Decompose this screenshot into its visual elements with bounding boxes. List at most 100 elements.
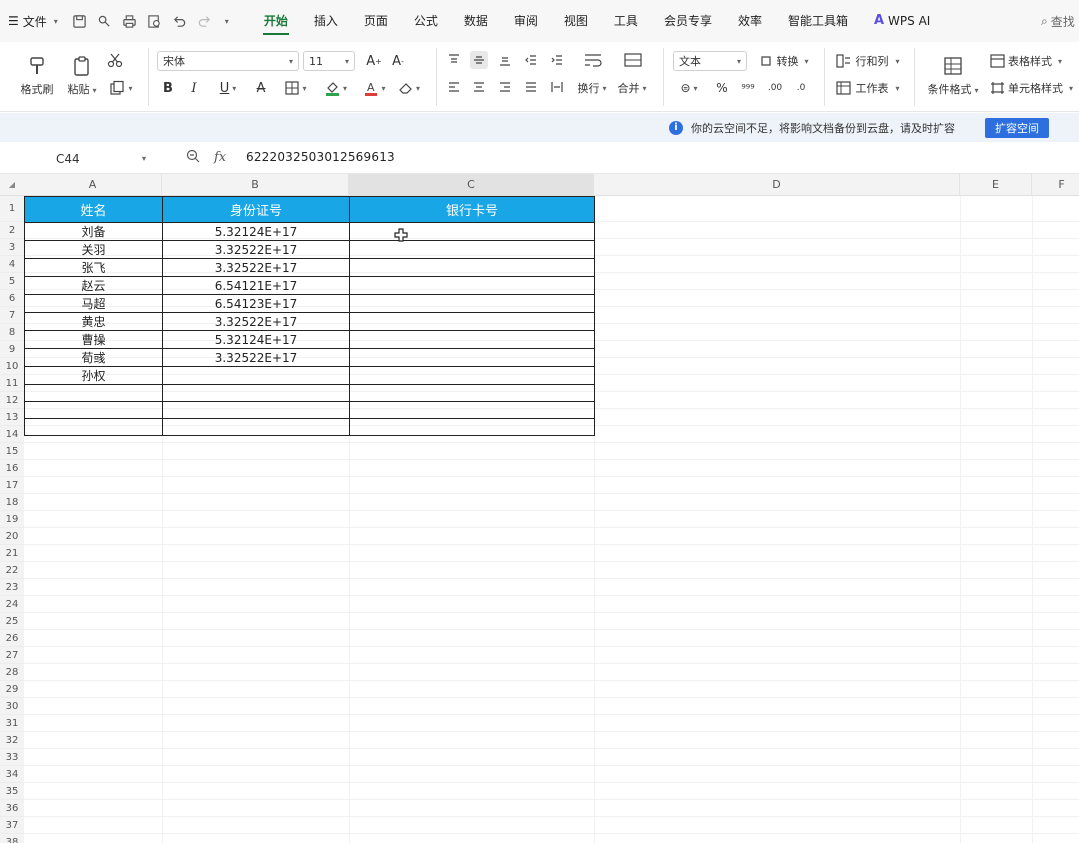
align-top-icon[interactable] xyxy=(445,51,463,69)
underline-button[interactable]: U ▾ xyxy=(210,78,246,98)
row-header[interactable]: 31 xyxy=(0,715,24,732)
row-header[interactable]: 7 xyxy=(0,307,24,324)
row-header[interactable]: 2 xyxy=(0,222,24,239)
id-cell[interactable] xyxy=(162,366,350,385)
card-cell[interactable] xyxy=(349,294,595,313)
redo-icon[interactable] xyxy=(197,14,212,29)
row-header[interactable]: 1 xyxy=(0,196,24,222)
row-header[interactable]: 25 xyxy=(0,613,24,630)
row-header[interactable]: 29 xyxy=(0,681,24,698)
distributed-icon[interactable] xyxy=(548,78,566,96)
row-header[interactable]: 18 xyxy=(0,494,24,511)
name-box[interactable]: C44 ▾ xyxy=(6,148,154,169)
cut-icon[interactable] xyxy=(104,50,126,70)
row-header[interactable]: 17 xyxy=(0,477,24,494)
worksheet-button[interactable]: 工作表 ▾ xyxy=(832,78,904,98)
id-cell[interactable] xyxy=(162,384,350,402)
file-menu[interactable]: ☰ 文件 ▾ xyxy=(0,0,66,42)
row-header[interactable]: 4 xyxy=(0,256,24,273)
tab-4[interactable]: 数据 xyxy=(451,0,501,42)
row-header[interactable]: 5 xyxy=(0,273,24,290)
increase-indent-icon[interactable] xyxy=(548,51,566,69)
more-chevron-icon[interactable]: ▾ xyxy=(225,17,229,26)
row-header[interactable]: 19 xyxy=(0,511,24,528)
card-cell[interactable] xyxy=(349,222,595,241)
card-cell[interactable] xyxy=(349,276,595,295)
header-id-cell[interactable]: 身份证号 xyxy=(162,196,350,223)
undo-icon[interactable] xyxy=(172,14,187,29)
row-header[interactable]: 30 xyxy=(0,698,24,715)
row-header[interactable]: 26 xyxy=(0,630,24,647)
row-header[interactable]: 16 xyxy=(0,460,24,477)
row-header[interactable]: 6 xyxy=(0,290,24,307)
row-header[interactable]: 27 xyxy=(0,647,24,664)
select-all-corner[interactable]: ◢ xyxy=(0,174,24,196)
row-header[interactable]: 12 xyxy=(0,392,24,409)
card-cell[interactable] xyxy=(349,401,595,419)
share-icon[interactable] xyxy=(97,14,112,29)
row-header[interactable]: 20 xyxy=(0,528,24,545)
borders-button[interactable]: ▾ xyxy=(278,78,314,98)
row-header[interactable]: 32 xyxy=(0,732,24,749)
font-color-button[interactable]: A ▾ xyxy=(358,78,392,98)
name-cell[interactable]: 荀彧 xyxy=(24,348,163,367)
row-header[interactable]: 10 xyxy=(0,358,24,375)
font-size-select[interactable]: 11 ▾ xyxy=(303,51,355,71)
percent-icon[interactable]: % xyxy=(712,78,732,98)
row-header[interactable]: 28 xyxy=(0,664,24,681)
align-right-icon[interactable] xyxy=(496,78,514,96)
wps-ai-tab[interactable]: A WPS AI xyxy=(861,0,943,42)
conditional-format-button[interactable]: 条件格式 ▾ xyxy=(922,48,984,104)
tab-6[interactable]: 视图 xyxy=(551,0,601,42)
tab-0[interactable]: 开始 xyxy=(251,0,301,42)
id-cell[interactable]: 3.32522E+17 xyxy=(162,312,350,331)
row-header[interactable]: 23 xyxy=(0,579,24,596)
format-painter-button[interactable]: 格式刷 xyxy=(12,48,62,104)
bold-button[interactable]: B xyxy=(158,78,178,98)
row-header[interactable]: 15 xyxy=(0,443,24,460)
align-left-icon[interactable] xyxy=(445,78,463,96)
print-icon[interactable] xyxy=(122,14,137,29)
id-cell[interactable]: 6.54121E+17 xyxy=(162,276,350,295)
row-header[interactable]: 34 xyxy=(0,766,24,783)
name-cell[interactable]: 刘备 xyxy=(24,222,163,241)
thousands-icon[interactable]: ⁹⁹⁹ xyxy=(738,78,758,98)
column-header-b[interactable]: B xyxy=(162,174,349,196)
name-cell[interactable]: 关羽 xyxy=(24,240,163,259)
name-cell[interactable] xyxy=(24,418,163,436)
tab-5[interactable]: 审阅 xyxy=(501,0,551,42)
zoom-icon[interactable] xyxy=(186,149,200,166)
italic-button[interactable]: I xyxy=(184,78,204,98)
cell-style-button[interactable]: 单元格样式 ▾ xyxy=(990,78,1079,98)
id-cell[interactable]: 5.32124E+17 xyxy=(162,330,350,349)
tab-7[interactable]: 工具 xyxy=(601,0,651,42)
card-cell[interactable] xyxy=(349,240,595,259)
id-cell[interactable]: 3.32522E+17 xyxy=(162,348,350,367)
id-cell[interactable]: 6.54123E+17 xyxy=(162,294,350,313)
name-cell[interactable]: 黄忠 xyxy=(24,312,163,331)
row-header[interactable]: 13 xyxy=(0,409,24,426)
name-cell[interactable] xyxy=(24,401,163,419)
column-header-a[interactable]: A xyxy=(24,174,162,196)
name-cell[interactable]: 赵云 xyxy=(24,276,163,295)
row-header[interactable]: 8 xyxy=(0,324,24,341)
column-header-e[interactable]: E xyxy=(960,174,1032,196)
tab-1[interactable]: 插入 xyxy=(301,0,351,42)
card-cell[interactable] xyxy=(349,348,595,367)
font-name-select[interactable]: 宋体 ▾ xyxy=(157,51,299,71)
currency-button[interactable]: ⊜ ▾ xyxy=(674,78,704,98)
save-icon[interactable] xyxy=(72,14,87,29)
card-cell[interactable] xyxy=(349,258,595,277)
id-cell[interactable] xyxy=(162,401,350,419)
row-header[interactable]: 37 xyxy=(0,817,24,834)
number-format-select[interactable]: 文本 ▾ xyxy=(673,51,747,71)
tab-10[interactable]: 智能工具箱 xyxy=(775,0,861,42)
print-preview-icon[interactable] xyxy=(147,14,162,29)
column-header-c[interactable]: C xyxy=(349,174,594,196)
name-cell[interactable]: 张飞 xyxy=(24,258,163,277)
column-header-f[interactable]: F xyxy=(1032,174,1079,196)
copy-button[interactable]: ▾ xyxy=(104,78,138,98)
card-cell[interactable] xyxy=(349,366,595,385)
tab-9[interactable]: 效率 xyxy=(725,0,775,42)
merge-cells-icon[interactable] xyxy=(620,49,646,71)
